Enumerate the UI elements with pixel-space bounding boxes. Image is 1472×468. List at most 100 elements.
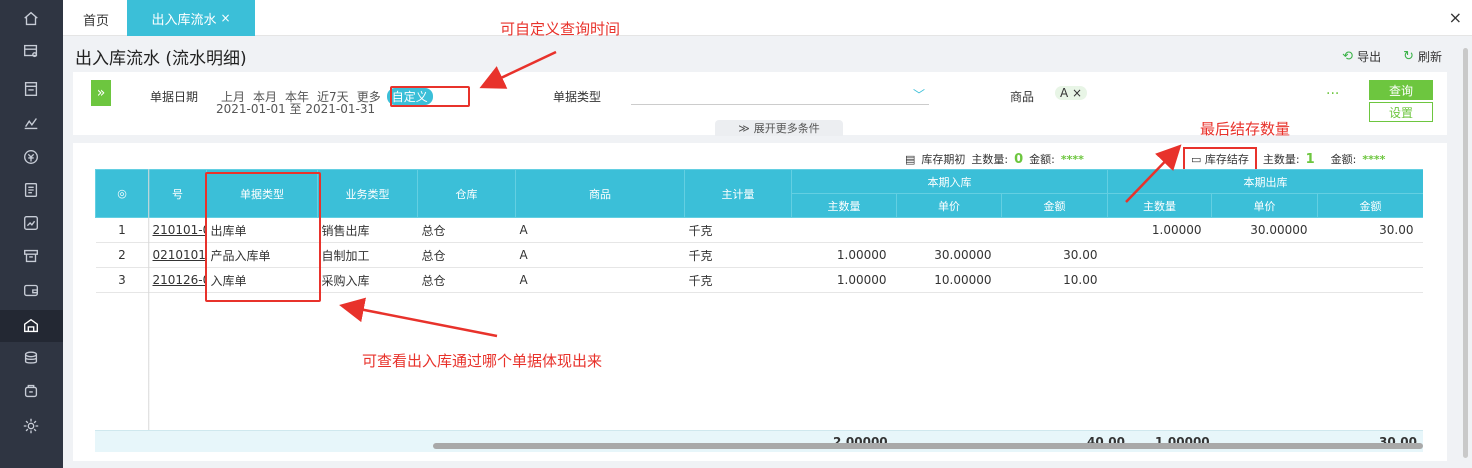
warehouse-cell: 总仓 bbox=[417, 217, 516, 243]
wallet-icon[interactable] bbox=[21, 280, 41, 300]
unit-cell: 千克 bbox=[684, 267, 792, 293]
export-button[interactable]: ⟲ 导出 bbox=[1342, 48, 1381, 65]
goods-cell: A bbox=[515, 267, 685, 293]
window-close-icon[interactable]: × bbox=[1449, 8, 1462, 27]
header-in-price[interactable]: 单价 bbox=[896, 193, 1002, 218]
refresh-button[interactable]: ↻ 刷新 bbox=[1403, 48, 1442, 65]
annotation-custom-time: 可自定义查询时间 bbox=[500, 20, 621, 38]
store-icon[interactable] bbox=[21, 246, 41, 266]
out-price-cell bbox=[1211, 242, 1318, 268]
out-amount-cell bbox=[1317, 267, 1423, 293]
closing-summary: ▭ 库存结存 主数量: 1 金额: **** bbox=[1183, 147, 1385, 171]
header-in-qty[interactable]: 主数量 bbox=[791, 193, 897, 218]
header-goods[interactable]: 商品 bbox=[515, 169, 685, 218]
highlight-bill-type-box bbox=[205, 172, 321, 302]
in-qty-cell bbox=[791, 217, 897, 243]
warehouse-icon[interactable] bbox=[21, 316, 41, 336]
title-actions: ⟲ 导出 ↻ 刷新 bbox=[1342, 48, 1442, 65]
search-list-icon[interactable] bbox=[21, 41, 41, 61]
bill-no-link[interactable]: 210126-0 bbox=[148, 267, 207, 293]
in-price-cell: 30.00000 bbox=[896, 242, 1002, 268]
closing-qty: 1 bbox=[1305, 151, 1315, 167]
bill-no-link[interactable]: 210101-0 bbox=[148, 217, 207, 243]
tab-home[interactable]: 首页 bbox=[83, 10, 109, 29]
header-out-group: 本期出库 bbox=[1107, 169, 1423, 194]
column-settings-icon[interactable]: ◎ bbox=[95, 169, 149, 218]
in-qty-cell: 1.00000 bbox=[791, 267, 897, 293]
biz-type-cell: 自制加工 bbox=[317, 242, 418, 268]
more-icon[interactable]: ··· bbox=[1326, 86, 1339, 102]
header-in-amount[interactable]: 金额 bbox=[1001, 193, 1108, 218]
date-range: 2021-01-01 至 2021-01-31 bbox=[216, 102, 376, 116]
warehouse-cell: 总仓 bbox=[417, 267, 516, 293]
receipt-icon[interactable] bbox=[21, 180, 41, 200]
expand-label: 展开更多条件 bbox=[753, 122, 820, 135]
header-in-group: 本期入库 bbox=[791, 169, 1108, 194]
opening-amt: **** bbox=[1060, 152, 1084, 166]
opening-icon: ▤ bbox=[905, 152, 916, 166]
line-chart-icon[interactable] bbox=[21, 113, 41, 133]
biz-type-cell: 采购入库 bbox=[317, 267, 418, 293]
in-amount-cell: 10.00 bbox=[1001, 267, 1108, 293]
header-no[interactable]: 号 bbox=[148, 169, 207, 218]
opening-qty-label: 主数量: bbox=[971, 153, 1009, 166]
goods-cell: A bbox=[515, 242, 685, 268]
closing-box[interactable]: ▭ 库存结存 bbox=[1183, 147, 1257, 171]
opening-label[interactable]: 库存期初 bbox=[921, 151, 965, 167]
bill-type-label: 单据类型 bbox=[553, 90, 602, 104]
export-icon: ⟲ bbox=[1342, 49, 1354, 64]
sidebar bbox=[0, 0, 63, 468]
unit-cell: 千克 bbox=[684, 242, 792, 268]
opening-summary: ▤ 库存期初 主数量: 0 金额: **** bbox=[905, 151, 1084, 167]
bill-type-select[interactable] bbox=[631, 104, 929, 105]
closing-amt-label: 金额: bbox=[1330, 153, 1357, 166]
horizontal-scrollbar[interactable] bbox=[433, 443, 1423, 449]
document-icon[interactable] bbox=[21, 79, 41, 99]
closing-label: 库存结存 bbox=[1204, 153, 1249, 166]
expand-more-button[interactable]: ≫ 展开更多条件 bbox=[715, 120, 843, 136]
chevron-down-icon[interactable]: ﹀ bbox=[913, 86, 925, 103]
out-qty-cell: 1.00000 bbox=[1107, 217, 1212, 243]
opening-amt-label: 金额: bbox=[1029, 153, 1055, 166]
out-price-cell: 30.00000 bbox=[1211, 217, 1318, 243]
goods-tag[interactable]: A × bbox=[1055, 86, 1088, 100]
report-icon[interactable] bbox=[21, 213, 41, 233]
double-chevron-down-icon: ≫ bbox=[738, 121, 750, 135]
header-unit[interactable]: 主计量 bbox=[684, 169, 792, 218]
bill-no-link[interactable]: 0210101- bbox=[148, 242, 207, 268]
query-button[interactable]: 查询 bbox=[1369, 80, 1433, 100]
export-label: 导出 bbox=[1357, 50, 1382, 64]
settings-icon[interactable] bbox=[21, 416, 41, 436]
tab-close-icon[interactable]: × bbox=[220, 11, 230, 25]
header-out-qty[interactable]: 主数量 bbox=[1107, 193, 1212, 218]
header-warehouse[interactable]: 仓库 bbox=[417, 169, 516, 218]
closing-icon: ▭ bbox=[1191, 153, 1205, 166]
tab-stock-flow[interactable]: 出入库流水 × bbox=[127, 0, 255, 36]
tab-stock-flow-label: 出入库流水 bbox=[151, 12, 217, 28]
header-out-amount[interactable]: 金额 bbox=[1317, 193, 1423, 218]
date-label: 单据日期 bbox=[150, 90, 199, 104]
vertical-scrollbar[interactable] bbox=[1463, 48, 1468, 458]
annotation-last-stock: 最后结存数量 bbox=[1200, 120, 1291, 138]
row-index: 2 bbox=[95, 242, 149, 268]
refresh-label: 刷新 bbox=[1417, 50, 1442, 64]
setting-button[interactable]: 设置 bbox=[1369, 102, 1433, 122]
highlight-custom-box bbox=[390, 86, 470, 107]
frozen-column-divider bbox=[148, 169, 150, 431]
title-row: 出入库流水 (流水明细) ⟲ 导出 ↻ 刷新 bbox=[63, 36, 1472, 72]
goods-cell: A bbox=[515, 217, 685, 243]
collapse-toggle-icon[interactable]: » bbox=[91, 80, 111, 106]
out-amount-cell bbox=[1317, 242, 1423, 268]
shop-bag-icon[interactable] bbox=[21, 381, 41, 401]
home-icon[interactable] bbox=[21, 9, 41, 29]
unit-cell: 千克 bbox=[684, 217, 792, 243]
out-price-cell bbox=[1211, 267, 1318, 293]
header-out-price[interactable]: 单价 bbox=[1211, 193, 1318, 218]
coins-icon[interactable] bbox=[21, 348, 41, 368]
in-amount-cell bbox=[1001, 217, 1108, 243]
money-icon[interactable] bbox=[21, 147, 41, 167]
warehouse-cell: 总仓 bbox=[417, 242, 516, 268]
row-index: 1 bbox=[95, 217, 149, 243]
header-biz-type[interactable]: 业务类型 bbox=[317, 169, 418, 218]
biz-type-cell: 销售出库 bbox=[317, 217, 418, 243]
